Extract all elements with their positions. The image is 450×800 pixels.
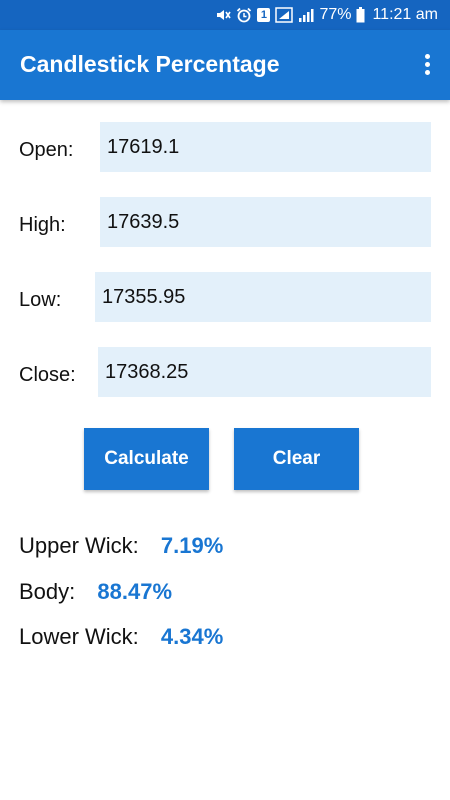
alarm-icon xyxy=(237,7,252,23)
low-label: Low: xyxy=(19,289,62,311)
battery-percent: 77% xyxy=(319,6,352,23)
open-input[interactable] xyxy=(100,122,431,172)
lower-wick-label: Lower Wick: xyxy=(19,624,139,649)
body-row: Body: 88.47% xyxy=(19,579,172,605)
low-input[interactable] xyxy=(95,272,431,322)
notification-badge-icon: 1 xyxy=(257,8,271,22)
high-input[interactable] xyxy=(100,197,431,247)
signal-box-icon xyxy=(275,7,294,23)
high-label: High: xyxy=(19,214,66,236)
mute-icon xyxy=(217,10,232,20)
body-label: Body: xyxy=(19,579,76,604)
body-value: 88.47% xyxy=(97,579,173,604)
open-label: Open: xyxy=(19,139,74,161)
signal-bars-icon xyxy=(299,9,314,22)
close-input[interactable] xyxy=(98,347,431,397)
status-bar: 1 77% 11:21 am xyxy=(0,0,450,30)
lower-wick-value: 4.34% xyxy=(160,624,224,649)
upper-wick-row: Upper Wick: 7.19% xyxy=(19,533,223,559)
upper-wick-value: 7.19% xyxy=(160,533,224,558)
close-label: Close: xyxy=(19,364,76,386)
clear-button[interactable]: Clear xyxy=(234,428,359,490)
app-bar: Candlestick Percentage xyxy=(0,30,450,100)
app-title: Candlestick Percentage xyxy=(20,51,280,77)
lower-wick-row: Lower Wick: 4.34% xyxy=(19,624,223,650)
battery-icon xyxy=(356,7,365,23)
calculate-button[interactable]: Calculate xyxy=(84,428,209,490)
upper-wick-label: Upper Wick: xyxy=(19,533,139,558)
status-time: 11:21 am xyxy=(372,6,438,23)
overflow-menu-icon[interactable] xyxy=(422,54,432,78)
status-icons: 1 77% 11:21 am xyxy=(215,5,438,25)
